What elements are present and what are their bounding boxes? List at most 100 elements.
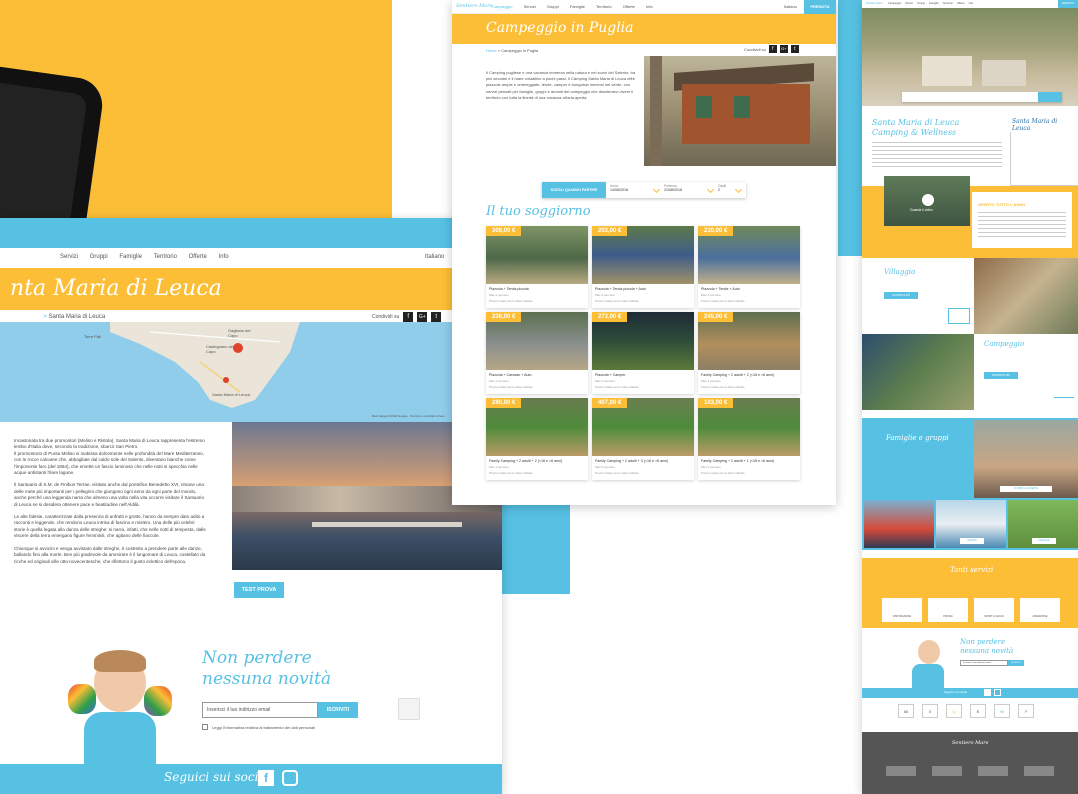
middle-nav-item[interactable]: Territorio [596,4,612,9]
stay-card[interactable]: 273,00 € Piazzola + Camper Max 4 persone… [592,312,694,394]
service-item-sport[interactable]: SPORT & SVAGO [974,598,1014,622]
right-email-input[interactable]: Inserisci il tuo indirizzo email [960,660,1008,666]
stay-card-note: Prezzo totale per le date indicate [489,299,533,303]
groups-button[interactable]: GRUPPI [960,538,984,544]
stay-card[interactable]: 407,00 € Family Camping + 2 adulti + 3 (… [592,398,694,480]
guests-value: 2 [718,188,720,192]
right-nav-item[interactable]: Info [969,2,973,5]
stay-card-note: Prezzo totale per le date indicate [701,471,745,475]
middle-nav-item[interactable]: Info [646,4,653,9]
service-item-piscina[interactable]: PISCINA [928,598,968,622]
middle-lang[interactable]: Italiano [784,4,797,9]
service-item-animazione[interactable]: ANIMAZIONE [1020,598,1060,622]
chevron-down-icon[interactable] [734,185,743,194]
families-btn[interactable]: FAMIGLIE [1032,538,1056,544]
middle-nav-item[interactable]: Gruppi [547,4,559,9]
left-nav-item[interactable]: Servizi [60,254,78,260]
left-nav-item[interactable]: Offerte [189,254,207,260]
right-subscribe-button[interactable]: ISCRIVITI [1008,660,1024,666]
middle-nav-item[interactable]: Offerte [623,4,635,9]
facebook-icon[interactable]: f [258,770,274,786]
booking-button[interactable]: SCEGLI QUANDO PARTIRE [542,182,606,198]
middle-book-button[interactable]: PRENOTA [804,0,836,14]
partner-logo[interactable]: W [994,704,1010,718]
left-nav-item[interactable]: Gruppi [90,254,108,260]
right-nav-item[interactable]: Offerte [957,2,965,5]
stay-card[interactable]: 238,00 € Piazzola + Caravan + Auto Max 4… [486,312,588,394]
stay-card[interactable]: 308,00 € Piazzola + Tenda piccola Max 2 … [486,226,588,308]
left-title-band: nta Maria di Leuca [0,268,502,310]
facebook-icon[interactable] [984,689,991,696]
right-nav-item[interactable]: Territorio [943,2,953,5]
partner-logo[interactable]: Q [946,704,962,718]
campeggio-title: Campeggio [984,340,1025,348]
stay-card-price: 245,00 € [698,312,734,322]
right-nav-item[interactable]: Famiglie [929,2,939,5]
departure-field[interactable]: Partenza 21/08/2018 [664,184,704,192]
right-nav-item[interactable]: Campeggio [888,2,901,5]
stay-card[interactable]: 245,00 € Family Camping + 2 adulti + 2 (… [698,312,800,394]
campeggio-button[interactable]: SCOPRI DI PIÙ [984,372,1018,379]
newsletter-title-line: Non perdere [202,648,312,668]
twitter-icon[interactable]: t [790,45,799,53]
hero-text [872,142,1002,170]
stay-card[interactable]: 203,00 € Piazzola + Tenda piccola + Auto… [592,226,694,308]
stay-card[interactable]: 280,00 € Family Camping + 2 adulti + 2 (… [486,398,588,480]
stay-card-sub: Max 2 persone [489,293,509,297]
stay-card-note: Prezzo totale per le date indicate [489,385,533,389]
map[interactable]: Torre Pali Gagliano del Capo Castrignano… [0,322,502,422]
departure-value: 21/08/2018 [664,188,682,192]
child-head [918,640,940,664]
bungalow-photo [644,56,836,166]
left-nav-item[interactable]: Famiglie [119,254,142,260]
breadcrumb-home[interactable]: Home [486,48,497,53]
google-plus-icon[interactable]: G+ [779,45,788,53]
facebook-icon[interactable]: f [403,312,414,322]
stay-card[interactable]: 103,00 € Family Camping + 2 adulti + 1 (… [698,398,800,480]
hero-map-drawing [1010,132,1078,186]
guests-field[interactable]: Ospiti 2 [718,184,732,192]
map-label: Torre Pali [84,334,101,339]
right-nav: Campeggio Servizi Gruppi Famiglie Territ… [888,2,973,5]
partner-logo[interactable]: P [1018,704,1034,718]
map-footer: Dati mappa ©2018 Google · Termini e cond… [372,414,445,418]
villaggio-button[interactable]: SCOPRI DI PIÙ [884,292,918,299]
bg-blue-block-2 [502,502,570,594]
partner-logo[interactable]: E [970,704,986,718]
recaptcha-widget[interactable] [398,698,420,720]
right-page: Sentiero Mare Campeggio Servizi Gruppi F… [862,0,1078,794]
stay-card[interactable]: 230,00 € Piazzola + Tenda + Auto Max 4 p… [698,226,800,308]
hero-booking-button[interactable] [1038,92,1062,102]
left-nav-item[interactable]: Territorio [154,254,177,260]
middle-nav-item[interactable]: Servizi [524,4,536,9]
middle-logo[interactable]: Sentiero Mare [456,3,493,9]
right-book-button[interactable]: PRENOTA [1058,0,1078,8]
service-item-ristorazione[interactable]: RISTORAZIONE [882,598,922,622]
play-icon[interactable] [922,194,934,206]
partner-logo[interactable]: B [922,704,938,718]
right-logo[interactable]: Sentiero Mare [866,2,882,5]
video-thumbnail[interactable]: Guarda il video [884,176,970,226]
left-lang[interactable]: Italiano [425,254,444,260]
middle-nav-item[interactable]: Famiglie [570,4,585,9]
left-nav-item[interactable]: Info [219,254,229,260]
partner-logo[interactable]: 60 [898,704,914,718]
hero-booking-bar [902,92,1062,102]
chevron-down-icon[interactable] [706,185,715,194]
middle-nav-item-active[interactable]: Campeggio [492,4,512,9]
facebook-icon[interactable]: f [768,45,777,53]
families-button[interactable]: SCOPRI LE OFFERTE [1000,486,1052,492]
subscribe-button[interactable]: ISCRIVITI [318,702,358,718]
middle-breadcrumb: Home > Campeggio in Puglia [486,48,539,53]
footer-logo[interactable]: Sentiero Mare [952,740,989,746]
child-hair [94,650,146,672]
instagram-icon[interactable] [282,770,298,786]
email-input[interactable]: Inserisci il tuo indirizzo email [202,702,318,718]
right-nav-item[interactable]: Servizi [905,2,913,5]
privacy-checkbox[interactable] [202,724,208,730]
instagram-icon[interactable] [994,689,1001,696]
test-button[interactable]: TEST PROVA [234,582,284,598]
twitter-icon[interactable]: t [431,312,442,322]
right-nav-item[interactable]: Gruppi [917,2,925,5]
google-plus-icon[interactable]: G+ [417,312,428,322]
